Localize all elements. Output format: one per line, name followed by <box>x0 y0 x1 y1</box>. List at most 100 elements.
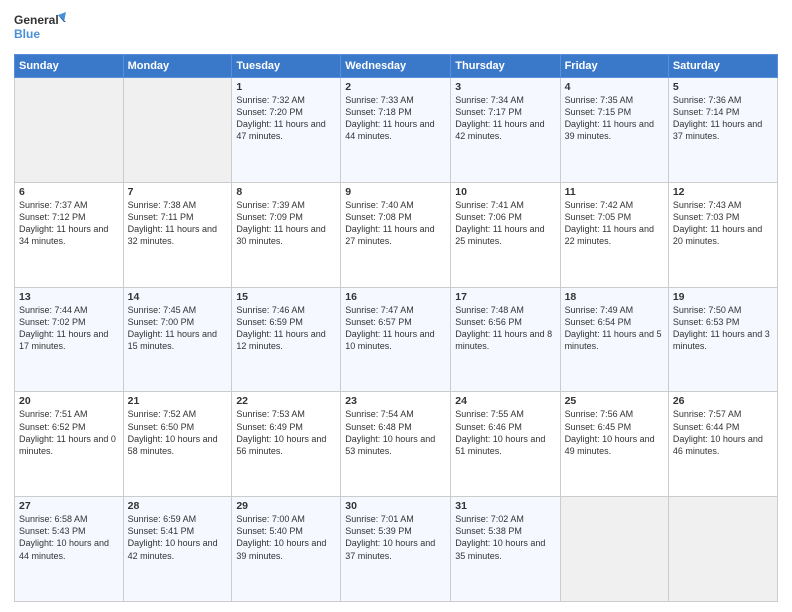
day-number: 5 <box>673 81 773 93</box>
weekday-header: Tuesday <box>232 55 341 78</box>
calendar-cell: 2Sunrise: 7:33 AM Sunset: 7:18 PM Daylig… <box>341 78 451 183</box>
header-row: SundayMondayTuesdayWednesdayThursdayFrid… <box>15 55 778 78</box>
day-info: Sunrise: 7:56 AM Sunset: 6:45 PM Dayligh… <box>565 408 664 457</box>
day-number: 14 <box>128 291 228 303</box>
calendar-week-row: 20Sunrise: 7:51 AM Sunset: 6:52 PM Dayli… <box>15 392 778 497</box>
calendar-cell: 12Sunrise: 7:43 AM Sunset: 7:03 PM Dayli… <box>668 182 777 287</box>
calendar-week-row: 1Sunrise: 7:32 AM Sunset: 7:20 PM Daylig… <box>15 78 778 183</box>
day-number: 29 <box>236 500 336 512</box>
calendar-cell: 20Sunrise: 7:51 AM Sunset: 6:52 PM Dayli… <box>15 392 124 497</box>
day-info: Sunrise: 7:46 AM Sunset: 6:59 PM Dayligh… <box>236 304 336 353</box>
calendar-cell: 21Sunrise: 7:52 AM Sunset: 6:50 PM Dayli… <box>123 392 232 497</box>
calendar-cell: 9Sunrise: 7:40 AM Sunset: 7:08 PM Daylig… <box>341 182 451 287</box>
day-number: 21 <box>128 395 228 407</box>
day-number: 31 <box>455 500 555 512</box>
calendar-cell: 14Sunrise: 7:45 AM Sunset: 7:00 PM Dayli… <box>123 287 232 392</box>
weekday-header: Friday <box>560 55 668 78</box>
day-info: Sunrise: 7:32 AM Sunset: 7:20 PM Dayligh… <box>236 94 336 143</box>
day-info: Sunrise: 7:49 AM Sunset: 6:54 PM Dayligh… <box>565 304 664 353</box>
calendar-week-row: 6Sunrise: 7:37 AM Sunset: 7:12 PM Daylig… <box>15 182 778 287</box>
calendar-cell: 27Sunrise: 6:58 AM Sunset: 5:43 PM Dayli… <box>15 497 124 602</box>
calendar-cell: 18Sunrise: 7:49 AM Sunset: 6:54 PM Dayli… <box>560 287 668 392</box>
day-info: Sunrise: 7:34 AM Sunset: 7:17 PM Dayligh… <box>455 94 555 143</box>
day-info: Sunrise: 7:48 AM Sunset: 6:56 PM Dayligh… <box>455 304 555 353</box>
calendar-cell: 13Sunrise: 7:44 AM Sunset: 7:02 PM Dayli… <box>15 287 124 392</box>
day-info: Sunrise: 7:39 AM Sunset: 7:09 PM Dayligh… <box>236 199 336 248</box>
day-number: 11 <box>565 186 664 198</box>
day-number: 3 <box>455 81 555 93</box>
day-number: 20 <box>19 395 119 407</box>
day-number: 27 <box>19 500 119 512</box>
calendar-table: SundayMondayTuesdayWednesdayThursdayFrid… <box>14 54 778 602</box>
calendar-cell <box>123 78 232 183</box>
day-number: 17 <box>455 291 555 303</box>
day-info: Sunrise: 7:40 AM Sunset: 7:08 PM Dayligh… <box>345 199 446 248</box>
weekday-header: Wednesday <box>341 55 451 78</box>
calendar-cell <box>15 78 124 183</box>
calendar-cell: 11Sunrise: 7:42 AM Sunset: 7:05 PM Dayli… <box>560 182 668 287</box>
day-number: 16 <box>345 291 446 303</box>
day-number: 19 <box>673 291 773 303</box>
day-info: Sunrise: 7:50 AM Sunset: 6:53 PM Dayligh… <box>673 304 773 353</box>
day-info: Sunrise: 7:51 AM Sunset: 6:52 PM Dayligh… <box>19 408 119 457</box>
header: General Blue <box>14 10 778 46</box>
day-info: Sunrise: 7:55 AM Sunset: 6:46 PM Dayligh… <box>455 408 555 457</box>
calendar-cell: 28Sunrise: 6:59 AM Sunset: 5:41 PM Dayli… <box>123 497 232 602</box>
day-number: 24 <box>455 395 555 407</box>
day-info: Sunrise: 7:54 AM Sunset: 6:48 PM Dayligh… <box>345 408 446 457</box>
day-info: Sunrise: 7:45 AM Sunset: 7:00 PM Dayligh… <box>128 304 228 353</box>
calendar-week-row: 13Sunrise: 7:44 AM Sunset: 7:02 PM Dayli… <box>15 287 778 392</box>
day-number: 10 <box>455 186 555 198</box>
calendar-cell: 3Sunrise: 7:34 AM Sunset: 7:17 PM Daylig… <box>451 78 560 183</box>
day-info: Sunrise: 7:01 AM Sunset: 5:39 PM Dayligh… <box>345 513 446 562</box>
day-info: Sunrise: 7:02 AM Sunset: 5:38 PM Dayligh… <box>455 513 555 562</box>
day-number: 12 <box>673 186 773 198</box>
svg-text:General: General <box>14 13 59 27</box>
calendar-cell: 19Sunrise: 7:50 AM Sunset: 6:53 PM Dayli… <box>668 287 777 392</box>
day-number: 28 <box>128 500 228 512</box>
day-number: 7 <box>128 186 228 198</box>
calendar-cell: 26Sunrise: 7:57 AM Sunset: 6:44 PM Dayli… <box>668 392 777 497</box>
day-number: 2 <box>345 81 446 93</box>
day-info: Sunrise: 7:38 AM Sunset: 7:11 PM Dayligh… <box>128 199 228 248</box>
calendar-cell: 10Sunrise: 7:41 AM Sunset: 7:06 PM Dayli… <box>451 182 560 287</box>
day-number: 1 <box>236 81 336 93</box>
day-number: 25 <box>565 395 664 407</box>
day-info: Sunrise: 7:37 AM Sunset: 7:12 PM Dayligh… <box>19 199 119 248</box>
day-info: Sunrise: 6:59 AM Sunset: 5:41 PM Dayligh… <box>128 513 228 562</box>
calendar-cell: 7Sunrise: 7:38 AM Sunset: 7:11 PM Daylig… <box>123 182 232 287</box>
calendar-cell: 31Sunrise: 7:02 AM Sunset: 5:38 PM Dayli… <box>451 497 560 602</box>
calendar-cell: 4Sunrise: 7:35 AM Sunset: 7:15 PM Daylig… <box>560 78 668 183</box>
day-info: Sunrise: 7:52 AM Sunset: 6:50 PM Dayligh… <box>128 408 228 457</box>
day-info: Sunrise: 7:44 AM Sunset: 7:02 PM Dayligh… <box>19 304 119 353</box>
svg-text:Blue: Blue <box>14 27 40 41</box>
day-info: Sunrise: 7:00 AM Sunset: 5:40 PM Dayligh… <box>236 513 336 562</box>
weekday-header: Saturday <box>668 55 777 78</box>
weekday-header: Monday <box>123 55 232 78</box>
logo: General Blue <box>14 10 66 46</box>
calendar-cell: 24Sunrise: 7:55 AM Sunset: 6:46 PM Dayli… <box>451 392 560 497</box>
day-number: 6 <box>19 186 119 198</box>
day-info: Sunrise: 7:53 AM Sunset: 6:49 PM Dayligh… <box>236 408 336 457</box>
calendar-cell: 5Sunrise: 7:36 AM Sunset: 7:14 PM Daylig… <box>668 78 777 183</box>
weekday-header: Sunday <box>15 55 124 78</box>
weekday-header: Thursday <box>451 55 560 78</box>
calendar-cell: 23Sunrise: 7:54 AM Sunset: 6:48 PM Dayli… <box>341 392 451 497</box>
calendar-cell: 1Sunrise: 7:32 AM Sunset: 7:20 PM Daylig… <box>232 78 341 183</box>
calendar-cell <box>668 497 777 602</box>
day-number: 26 <box>673 395 773 407</box>
day-info: Sunrise: 7:36 AM Sunset: 7:14 PM Dayligh… <box>673 94 773 143</box>
day-number: 18 <box>565 291 664 303</box>
calendar-cell: 22Sunrise: 7:53 AM Sunset: 6:49 PM Dayli… <box>232 392 341 497</box>
day-info: Sunrise: 7:57 AM Sunset: 6:44 PM Dayligh… <box>673 408 773 457</box>
day-info: Sunrise: 6:58 AM Sunset: 5:43 PM Dayligh… <box>19 513 119 562</box>
calendar-cell: 17Sunrise: 7:48 AM Sunset: 6:56 PM Dayli… <box>451 287 560 392</box>
calendar-cell: 16Sunrise: 7:47 AM Sunset: 6:57 PM Dayli… <box>341 287 451 392</box>
calendar-cell: 15Sunrise: 7:46 AM Sunset: 6:59 PM Dayli… <box>232 287 341 392</box>
day-info: Sunrise: 7:43 AM Sunset: 7:03 PM Dayligh… <box>673 199 773 248</box>
day-number: 15 <box>236 291 336 303</box>
day-number: 13 <box>19 291 119 303</box>
calendar-week-row: 27Sunrise: 6:58 AM Sunset: 5:43 PM Dayli… <box>15 497 778 602</box>
day-info: Sunrise: 7:42 AM Sunset: 7:05 PM Dayligh… <box>565 199 664 248</box>
calendar-cell: 8Sunrise: 7:39 AM Sunset: 7:09 PM Daylig… <box>232 182 341 287</box>
